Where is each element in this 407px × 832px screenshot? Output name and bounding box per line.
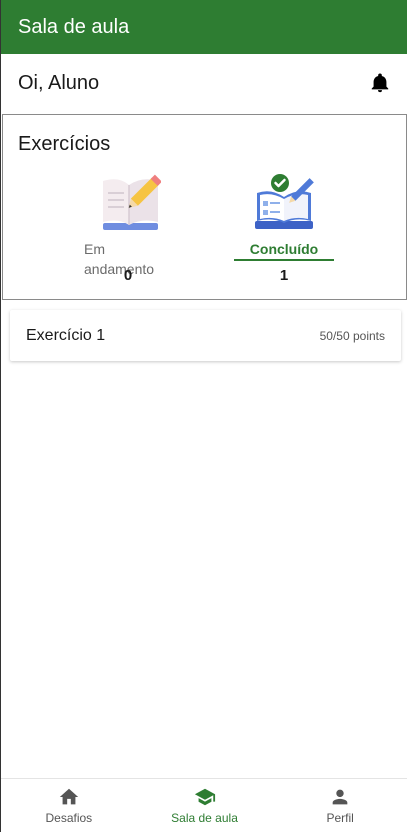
graduation-cap-icon	[194, 788, 215, 806]
bottom-nav: Desafios Sala de aula Perfil	[1, 778, 407, 832]
nav-item-sala-de-aula[interactable]: Sala de aula	[137, 779, 273, 832]
exercises-card: Exercícios Em andamento 0 Concluído 1	[2, 114, 407, 300]
person-icon	[332, 789, 348, 805]
stat-label-in-progress: Em andamento	[84, 241, 155, 277]
stat-completed[interactable]: Concluído 1	[224, 171, 344, 284]
exercise-points: 50/50 points	[319, 328, 385, 343]
nav-label-perfil: Perfil	[326, 811, 354, 825]
stat-label-completed: Concluído	[233, 239, 335, 261]
greeting-row: Oi, Aluno	[1, 54, 407, 112]
greeting-text: Oi, Aluno	[18, 71, 100, 94]
open-book-pencil-illustration	[103, 174, 161, 230]
stat-count-in-progress: 0	[123, 267, 133, 284]
exercises-title: Exercícios	[18, 133, 111, 155]
bell-icon[interactable]	[369, 72, 391, 94]
app-bar-title: Sala de aula	[18, 15, 130, 38]
nav-label-desafios: Desafios	[45, 811, 93, 825]
nav-item-perfil[interactable]: Perfil	[272, 779, 407, 832]
stat-count-completed: 1	[279, 267, 289, 284]
stat-in-progress[interactable]: Em andamento 0	[68, 171, 188, 284]
nav-label-sala-de-aula: Sala de aula	[171, 811, 238, 825]
app-bar: Sala de aula	[1, 0, 407, 54]
home-icon	[59, 788, 78, 805]
exercise-list-item[interactable]: Exercício 1 50/50 points	[10, 310, 401, 361]
nav-item-desafios[interactable]: Desafios	[1, 779, 137, 832]
exercise-name: Exercício 1	[26, 326, 106, 344]
checked-book-illustration	[255, 174, 314, 229]
